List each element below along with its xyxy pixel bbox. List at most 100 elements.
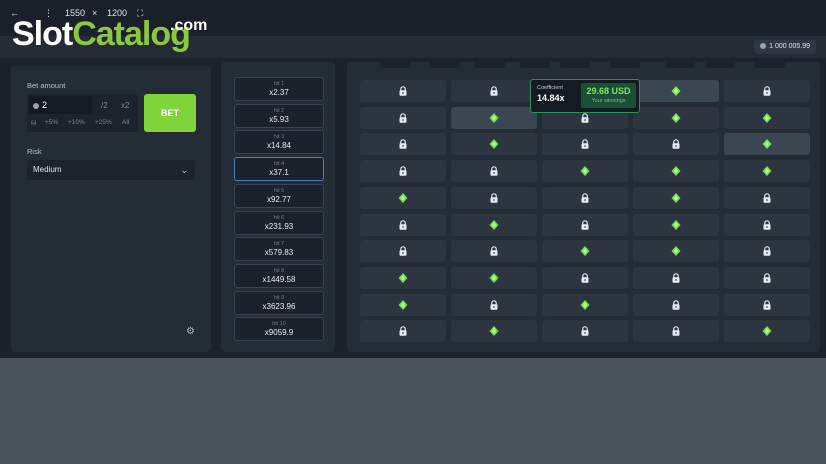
board-cell[interactable] xyxy=(542,240,628,263)
board-cell[interactable] xyxy=(360,133,446,156)
board-cell[interactable] xyxy=(451,133,537,156)
board-cell[interactable] xyxy=(724,320,810,343)
board-cell[interactable] xyxy=(633,80,719,102)
board-cell[interactable] xyxy=(451,160,537,183)
board-cell[interactable] xyxy=(633,266,719,289)
board-cell[interactable] xyxy=(451,293,537,316)
gem-icon xyxy=(762,112,772,123)
double-bet-button[interactable]: x2 xyxy=(121,101,129,110)
board-cell[interactable] xyxy=(542,133,628,156)
lock-icon xyxy=(399,219,407,230)
gear-icon[interactable]: ⚙ xyxy=(186,326,195,337)
board-cell[interactable] xyxy=(542,160,628,183)
hit-multiplier: x92.77 xyxy=(266,194,292,204)
coin-icon xyxy=(760,43,767,49)
hit-label: hit 6 xyxy=(273,214,285,221)
board-cell[interactable] xyxy=(451,320,537,343)
multiplier-item-hit-7: hit 7 x579.83 xyxy=(234,237,324,262)
balance-badge: 1 000 005.99 xyxy=(754,40,816,54)
lock-icon xyxy=(763,193,771,203)
board-cell[interactable] xyxy=(451,186,537,209)
board-cell[interactable] xyxy=(451,266,537,289)
board-cell[interactable] xyxy=(451,106,537,129)
board-cell[interactable] xyxy=(724,213,810,236)
board-cell[interactable] xyxy=(633,320,719,343)
board-notch xyxy=(560,62,590,68)
hit-multiplier: x231.93 xyxy=(264,221,294,231)
board-cell[interactable] xyxy=(633,293,719,316)
board-cell[interactable] xyxy=(451,240,537,263)
board-cell[interactable] xyxy=(633,160,719,183)
hit-label: hit 10 xyxy=(272,321,286,328)
board-cell[interactable] xyxy=(724,80,810,102)
lock-icon xyxy=(581,112,589,123)
gem-icon xyxy=(489,272,499,283)
multiplier-item-hit-10: hit 10 x9059.9 xyxy=(234,317,324,342)
lock-icon xyxy=(399,139,407,150)
multiplier-item-hit-5: hit 5 x92.77 xyxy=(234,183,324,208)
multiplier-item-hit-8: hit 8 x1449.58 xyxy=(234,263,324,288)
board-cell[interactable] xyxy=(360,80,446,102)
lock-icon xyxy=(672,273,680,283)
board-cell[interactable] xyxy=(360,186,446,209)
board-cell[interactable] xyxy=(633,106,719,129)
plus-10-button[interactable]: +10% xyxy=(68,119,85,126)
board-notch xyxy=(520,62,550,68)
board-notch xyxy=(705,62,735,68)
board-cell[interactable] xyxy=(724,266,810,289)
lock-icon xyxy=(672,299,680,310)
risk-select[interactable]: Medium ⌄ xyxy=(27,160,195,180)
hit-label: hit 5 xyxy=(273,187,285,194)
winnings-value: 29.68 USD xyxy=(586,86,631,96)
board-cell[interactable] xyxy=(542,293,628,316)
board-cell[interactable] xyxy=(542,320,628,343)
lock-icon xyxy=(490,86,498,96)
board-cell[interactable] xyxy=(724,240,810,263)
board-cell[interactable] xyxy=(633,133,719,156)
lock-icon xyxy=(581,273,589,283)
board-cell[interactable] xyxy=(633,240,719,263)
board-cell[interactable] xyxy=(724,160,810,183)
board-cell[interactable] xyxy=(360,293,446,316)
board-cell[interactable] xyxy=(451,80,537,102)
lock-icon xyxy=(763,299,771,310)
board-cell[interactable] xyxy=(724,186,810,209)
board-cell[interactable] xyxy=(724,106,810,129)
board-cell[interactable] xyxy=(360,160,446,183)
lock-icon xyxy=(672,139,680,150)
board-notch xyxy=(380,62,410,68)
board-cell[interactable] xyxy=(542,266,628,289)
board-cell[interactable] xyxy=(633,186,719,209)
board-cell[interactable] xyxy=(633,213,719,236)
multiplier-item-hit-1: hit 1 x2.37 xyxy=(234,77,324,101)
bet-amount-input[interactable]: 2 xyxy=(29,96,92,114)
bet-amount-label: Bet amount xyxy=(27,81,66,90)
board-cell[interactable] xyxy=(360,213,446,236)
hit-label: hit 9 xyxy=(273,294,285,301)
gem-icon xyxy=(762,139,772,150)
plus-25-button[interactable]: +25% xyxy=(95,119,112,126)
bet-button[interactable]: BET xyxy=(144,94,196,132)
all-in-button[interactable]: All xyxy=(122,119,129,126)
gem-icon xyxy=(489,112,499,123)
gem-icon xyxy=(671,86,681,96)
slotcatalog-watermark: SlotCatalog .com xyxy=(12,14,207,54)
board-notch xyxy=(475,62,505,68)
board-cell[interactable] xyxy=(360,106,446,129)
board-notch xyxy=(665,62,695,68)
board-cell[interactable] xyxy=(360,320,446,343)
plus-5-button[interactable]: +5% xyxy=(45,119,58,126)
board-cell[interactable] xyxy=(724,133,810,156)
lock-icon xyxy=(763,86,771,96)
balance-value: 1 000 005.99 xyxy=(769,43,810,50)
board-cell[interactable] xyxy=(360,240,446,263)
lock-icon xyxy=(581,139,589,150)
board-cell[interactable] xyxy=(451,213,537,236)
board-cell[interactable] xyxy=(724,293,810,316)
lock-icon xyxy=(581,326,589,336)
board-cell[interactable] xyxy=(542,213,628,236)
board-cell[interactable] xyxy=(542,186,628,209)
board-cell[interactable] xyxy=(360,266,446,289)
halve-bet-button[interactable]: /2 xyxy=(101,101,108,110)
lock-icon xyxy=(763,246,771,256)
